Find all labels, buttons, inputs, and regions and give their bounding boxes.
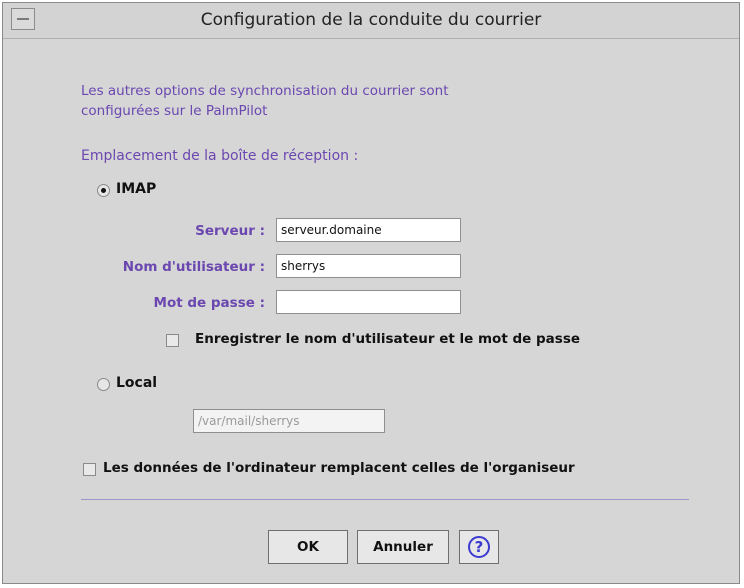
window-title: Configuration de la conduite du courrier — [200, 10, 542, 30]
override-label: Les données de l'ordinateur remplacent c… — [103, 460, 575, 476]
local-radio[interactable] — [97, 378, 110, 391]
info-text: Les autres options de synchronisation du… — [81, 81, 449, 121]
imap-radio[interactable] — [97, 184, 110, 197]
help-button[interactable]: ? — [459, 530, 499, 564]
override-checkbox[interactable] — [83, 463, 96, 476]
server-label: Serveur : — [195, 223, 265, 239]
cancel-button[interactable]: Annuler — [357, 530, 449, 564]
mail-conduit-dialog: Configuration de la conduite du courrier… — [2, 2, 740, 584]
username-input[interactable]: sherrys — [276, 254, 461, 278]
password-label: Mot de passe : — [153, 295, 265, 311]
divider — [81, 499, 689, 500]
info-line-1: Les autres options de synchronisation du… — [81, 83, 449, 99]
info-line-2: configurées sur le PalmPilot — [81, 103, 268, 119]
title-bar: Configuration de la conduite du courrier — [3, 3, 739, 39]
help-icon: ? — [468, 536, 490, 558]
server-input[interactable]: serveur.domaine — [276, 218, 461, 242]
imap-radio-label: IMAP — [116, 181, 157, 197]
ok-button[interactable]: OK — [268, 530, 348, 564]
mailbox-location-label: Emplacement de la boîte de réception : — [81, 148, 359, 164]
password-input[interactable] — [276, 290, 461, 314]
local-radio-label: Local — [116, 375, 158, 391]
save-credentials-checkbox[interactable] — [166, 334, 179, 347]
save-credentials-label: Enregistrer le nom d'utilisateur et le m… — [195, 331, 581, 347]
local-path-input[interactable]: /var/mail/sherrys — [193, 409, 385, 433]
username-label: Nom d'utilisateur : — [122, 259, 265, 275]
